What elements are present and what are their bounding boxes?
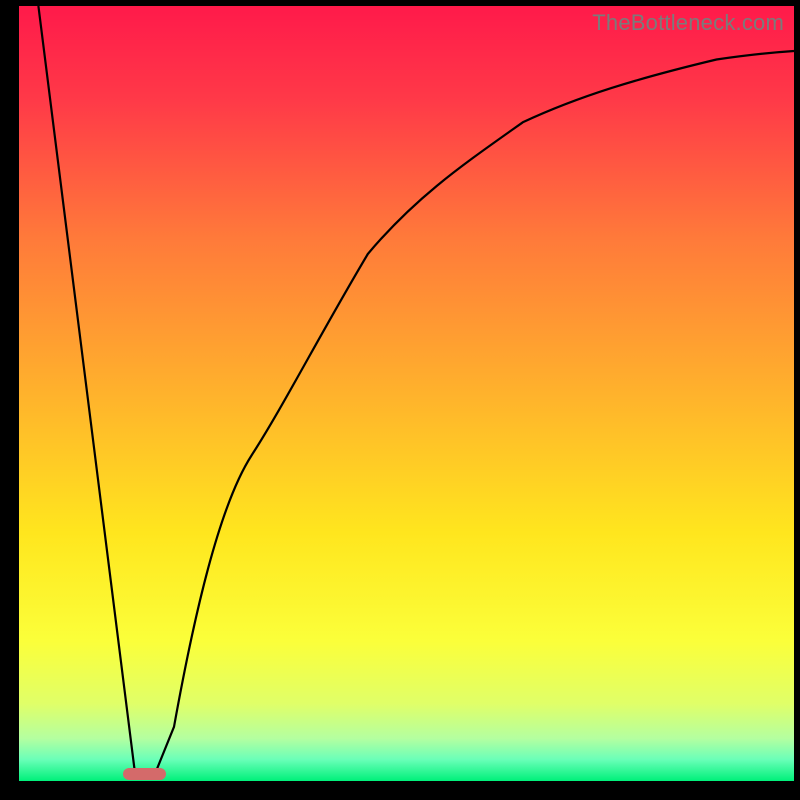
- watermark-text: TheBottleneck.com: [592, 10, 784, 36]
- chart-frame: TheBottleneck.com: [0, 0, 800, 800]
- chart-svg: [19, 6, 794, 781]
- plot-area: TheBottleneck.com: [19, 6, 794, 781]
- optimum-marker: [123, 768, 166, 780]
- gradient-background: [19, 6, 794, 781]
